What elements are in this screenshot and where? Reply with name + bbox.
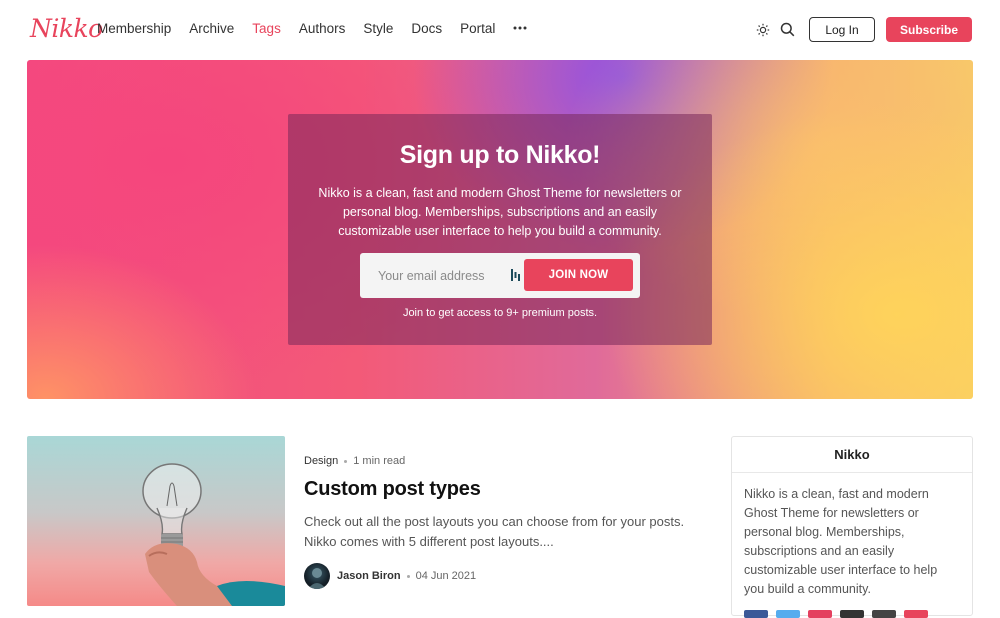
instagram-icon[interactable]	[808, 610, 832, 618]
post-title[interactable]: Custom post types	[304, 478, 481, 501]
join-now-button[interactable]: JOIN NOW	[524, 259, 633, 291]
post-tag[interactable]: Design	[304, 455, 338, 467]
facebook-icon[interactable]	[744, 610, 768, 618]
twitter-icon[interactable]	[776, 610, 800, 618]
sun-icon[interactable]	[751, 18, 775, 42]
nav-item-membership[interactable]: Membership	[97, 21, 171, 38]
post-meta: Design 1 min read	[304, 455, 405, 467]
read-time: 1 min read	[353, 455, 406, 467]
nav-item-docs[interactable]: Docs	[411, 21, 442, 38]
meta-separator	[344, 459, 348, 463]
email-input[interactable]	[370, 263, 510, 288]
hero-note: Join to get access to 9+ premium posts.	[402, 307, 598, 319]
nav-item-portal[interactable]: Portal	[460, 21, 495, 38]
post-excerpt: Check out all the post layouts you can c…	[304, 514, 685, 549]
main-nav: Membership Archive Tags Authors Style Do…	[97, 21, 527, 38]
widget-text: Nikko is a clean, fast and modern Ghost …	[744, 487, 938, 596]
rss-icon[interactable]	[872, 610, 896, 618]
login-button[interactable]: Log In	[809, 17, 875, 42]
search-icon[interactable]	[775, 18, 799, 42]
post-author: Jason Biron 04 Jun 2021	[304, 563, 476, 589]
social-links	[744, 610, 928, 618]
meta-separator	[406, 574, 410, 578]
hero-description: Nikko is a clean, fast and modern Ghost …	[318, 186, 682, 238]
about-widget: Nikko Nikko is a clean, fast and modern …	[731, 436, 973, 618]
header-actions: Log In Subscribe	[751, 17, 972, 42]
hero-banner: Sign up to Nikko! Nikko is a clean, fast…	[27, 60, 973, 399]
nav-item-archive[interactable]: Archive	[189, 21, 234, 38]
post-feature-image[interactable]	[27, 436, 285, 606]
signup-form: JOIN NOW	[360, 253, 640, 298]
more-horizontal-icon[interactable]	[513, 21, 527, 38]
post-date: 04 Jun 2021	[415, 570, 477, 582]
password-manager-icon[interactable]	[511, 269, 520, 281]
site-header: Nikko Membership Archive Tags Authors St…	[0, 0, 1000, 60]
email-icon[interactable]	[904, 610, 928, 618]
subscribe-button[interactable]: Subscribe	[886, 17, 972, 42]
nav-item-authors[interactable]: Authors	[299, 21, 346, 38]
nav-item-tags[interactable]: Tags	[252, 21, 281, 38]
github-icon[interactable]	[840, 610, 864, 618]
signup-box: Sign up to Nikko! Nikko is a clean, fast…	[288, 114, 712, 345]
hero-title: Sign up to Nikko!	[399, 141, 601, 169]
nav-item-style[interactable]: Style	[363, 21, 393, 38]
avatar[interactable]	[304, 563, 330, 589]
site-logo[interactable]: Nikko	[30, 14, 103, 43]
widget-title: Nikko	[732, 437, 972, 473]
author-name[interactable]: Jason Biron	[337, 570, 401, 582]
